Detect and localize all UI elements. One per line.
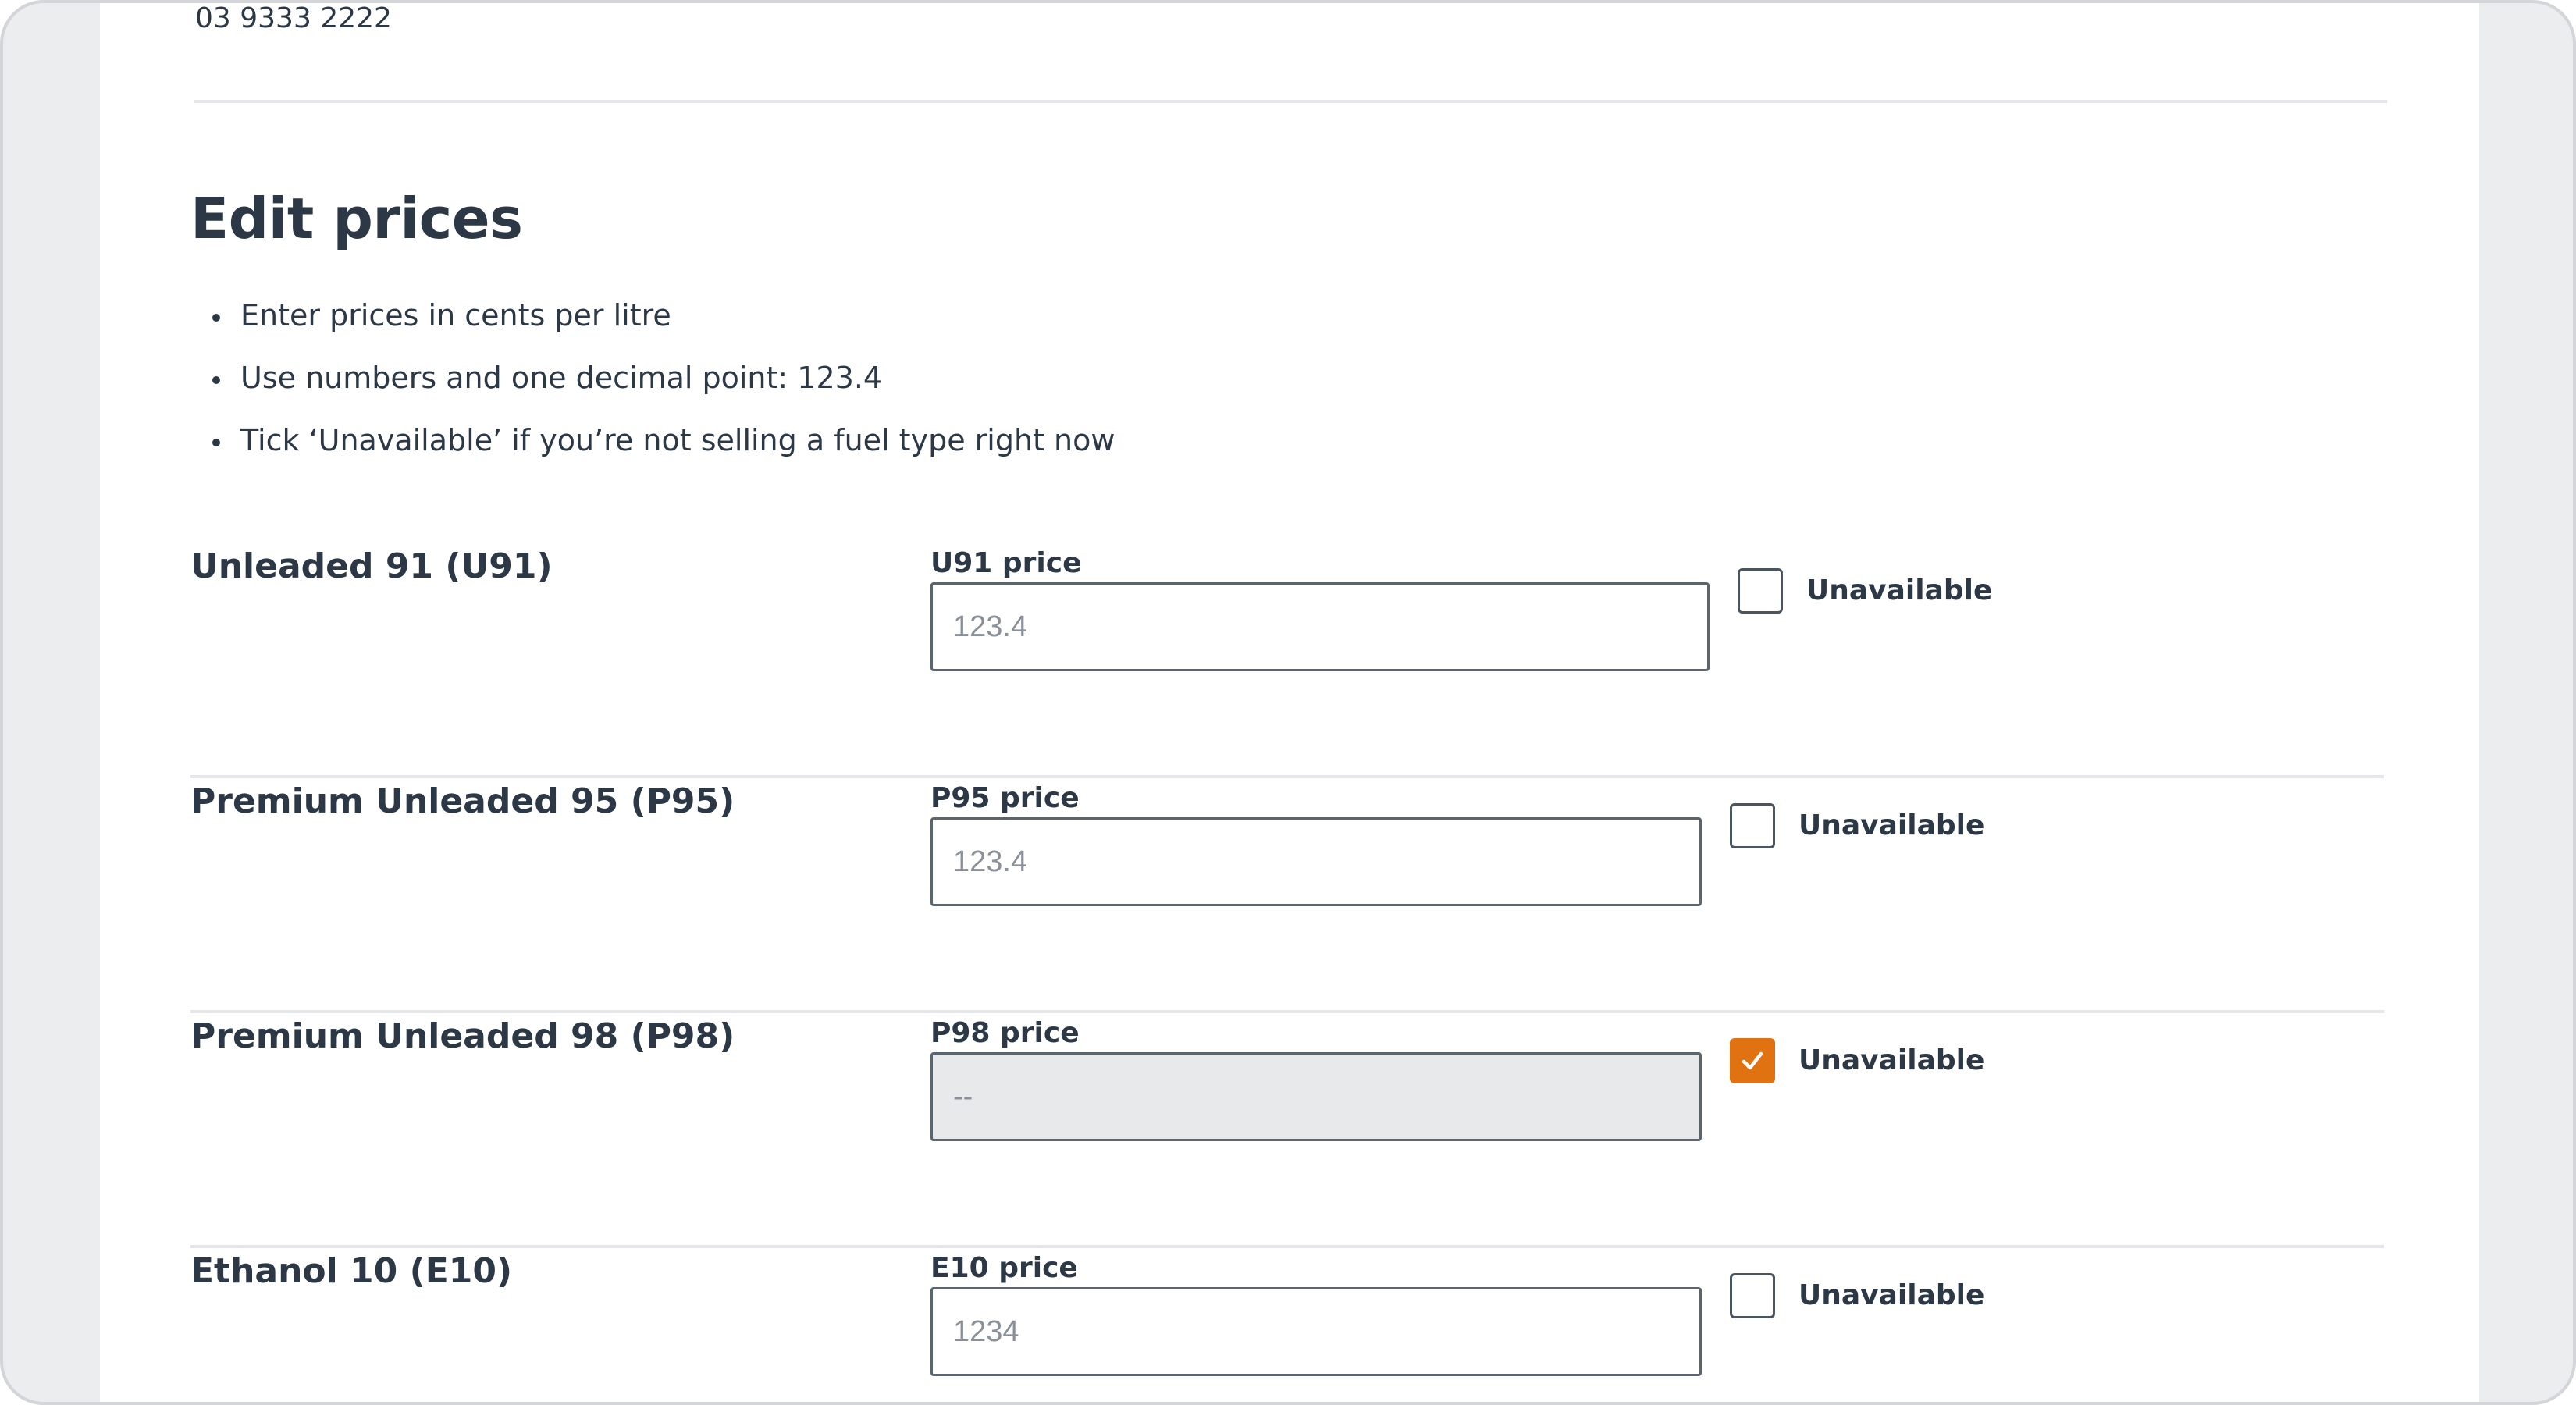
e10-unavailable-option[interactable]: Unavailable (1730, 1273, 1984, 1318)
fuel-name: Ethanol 10 (E10) (190, 1251, 513, 1291)
fuel-row-e10: Ethanol 10 (E10) E10 price Unavailable (0, 1248, 2576, 1405)
p98-unavailable-option[interactable]: Unavailable (1730, 1038, 1984, 1083)
p98-unavailable-checkbox[interactable] (1730, 1038, 1775, 1083)
e10-price-input[interactable] (930, 1287, 1702, 1376)
p95-price-input[interactable] (930, 817, 1702, 906)
fuel-name: Premium Unleaded 98 (P98) (190, 1016, 735, 1056)
price-label: P98 price (930, 1017, 1080, 1049)
price-label: E10 price (930, 1252, 1078, 1284)
instruction-item: Use numbers and one decimal point: 123.4 (190, 347, 1115, 409)
price-label: P95 price (930, 782, 1080, 814)
p95-unavailable-option[interactable]: Unavailable (1730, 803, 1984, 848)
fuel-row-u91: Unleaded 91 (U91) U91 price Unavailable (0, 543, 2576, 778)
unavailable-label: Unavailable (1799, 1044, 1985, 1076)
instruction-item: Enter prices in cents per litre (190, 284, 1115, 347)
u91-unavailable-option[interactable]: Unavailable (1738, 568, 1992, 614)
contact-phone: 03 9333 2222 (195, 2, 392, 34)
p95-unavailable-checkbox[interactable] (1730, 803, 1775, 848)
unavailable-label: Unavailable (1806, 574, 1993, 606)
fuel-row-p95: Premium Unleaded 95 (P95) P95 price Unav… (0, 778, 2576, 1013)
u91-price-input[interactable] (930, 582, 1710, 671)
unavailable-label: Unavailable (1799, 809, 1985, 841)
instruction-item: Tick ‘Unavailable’ if you’re not selling… (190, 409, 1115, 471)
price-label: U91 price (930, 547, 1082, 579)
instructions-list: Enter prices in cents per litre Use numb… (190, 284, 1115, 471)
e10-unavailable-checkbox[interactable] (1730, 1273, 1775, 1318)
section-divider (194, 100, 2387, 103)
fuel-row-p98: Premium Unleaded 98 (P98) P98 price Unav… (0, 1013, 2576, 1248)
p98-price-input[interactable] (930, 1052, 1702, 1141)
checkmark-icon (1742, 1051, 1763, 1070)
fuel-name: Premium Unleaded 95 (P95) (190, 781, 735, 821)
unavailable-label: Unavailable (1799, 1279, 1985, 1311)
fuel-name: Unleaded 91 (U91) (190, 546, 553, 586)
page-title: Edit prices (190, 186, 523, 251)
u91-unavailable-checkbox[interactable] (1738, 568, 1783, 614)
